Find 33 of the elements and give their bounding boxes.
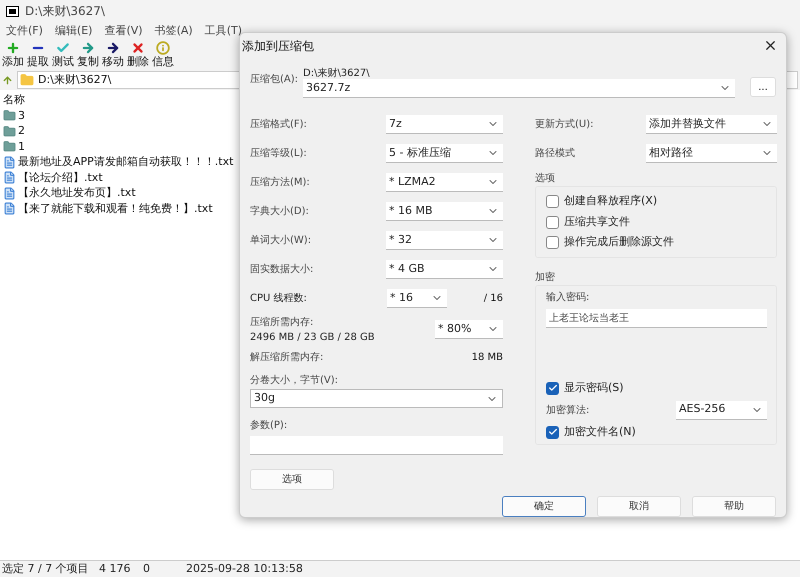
field-label: 压缩包(A):: [250, 72, 300, 87]
field-label: CPU 线程数:: [250, 292, 308, 306]
field-label: 压缩方法(M):: [250, 176, 310, 190]
field-label: 压缩等级(L):: [250, 146, 307, 161]
field-label: 字典大小(D):: [250, 204, 309, 219]
field-label: 更新方式(U):: [535, 118, 594, 132]
field-label: 单词大小(W):: [250, 234, 312, 248]
field-label: 固实数据大小:: [250, 262, 314, 277]
status-text: 0: [143, 560, 151, 577]
field-label: 输入密码:: [546, 290, 590, 305]
status-text: 4 176: [99, 560, 132, 577]
archive-path: D:\来财\3627\: [303, 66, 371, 79]
memory-value: 18 MB: [472, 351, 503, 365]
field-label: 解压缩所需内存:: [250, 350, 324, 365]
status-text: 选定 7 / 7 个项目: [2, 560, 90, 577]
dialog-title: 添加到压缩包: [242, 38, 314, 54]
memory-value: 2496 MB / 23 GB / 28 GB: [250, 330, 375, 344]
field-label: 参数(P):: [250, 418, 288, 433]
field-label: 压缩格式(F):: [250, 118, 307, 132]
checkbox-label: 创建自释放程序(X): [564, 193, 658, 210]
group-title: 选项: [535, 172, 556, 186]
field-label: 压缩所需内存:: [250, 316, 314, 330]
field-label: 加密算法:: [546, 404, 590, 418]
checkbox-label: 加密文件名(N): [564, 424, 636, 440]
status-text: 2025-09-28 10:13:58: [186, 560, 303, 577]
group-title: 加密: [535, 270, 556, 285]
checkbox-label: 压缩共享文件: [564, 214, 630, 230]
thread-max: / 16: [484, 292, 503, 306]
checkbox-label: 操作完成后删除源文件: [564, 234, 674, 250]
checkbox-label: 显示密码(S): [564, 380, 624, 396]
field-label: 路径模式: [535, 146, 575, 161]
window-title: D:\来财\3627\: [25, 3, 105, 20]
field-label: 分卷大小，字节(V):: [250, 374, 340, 388]
